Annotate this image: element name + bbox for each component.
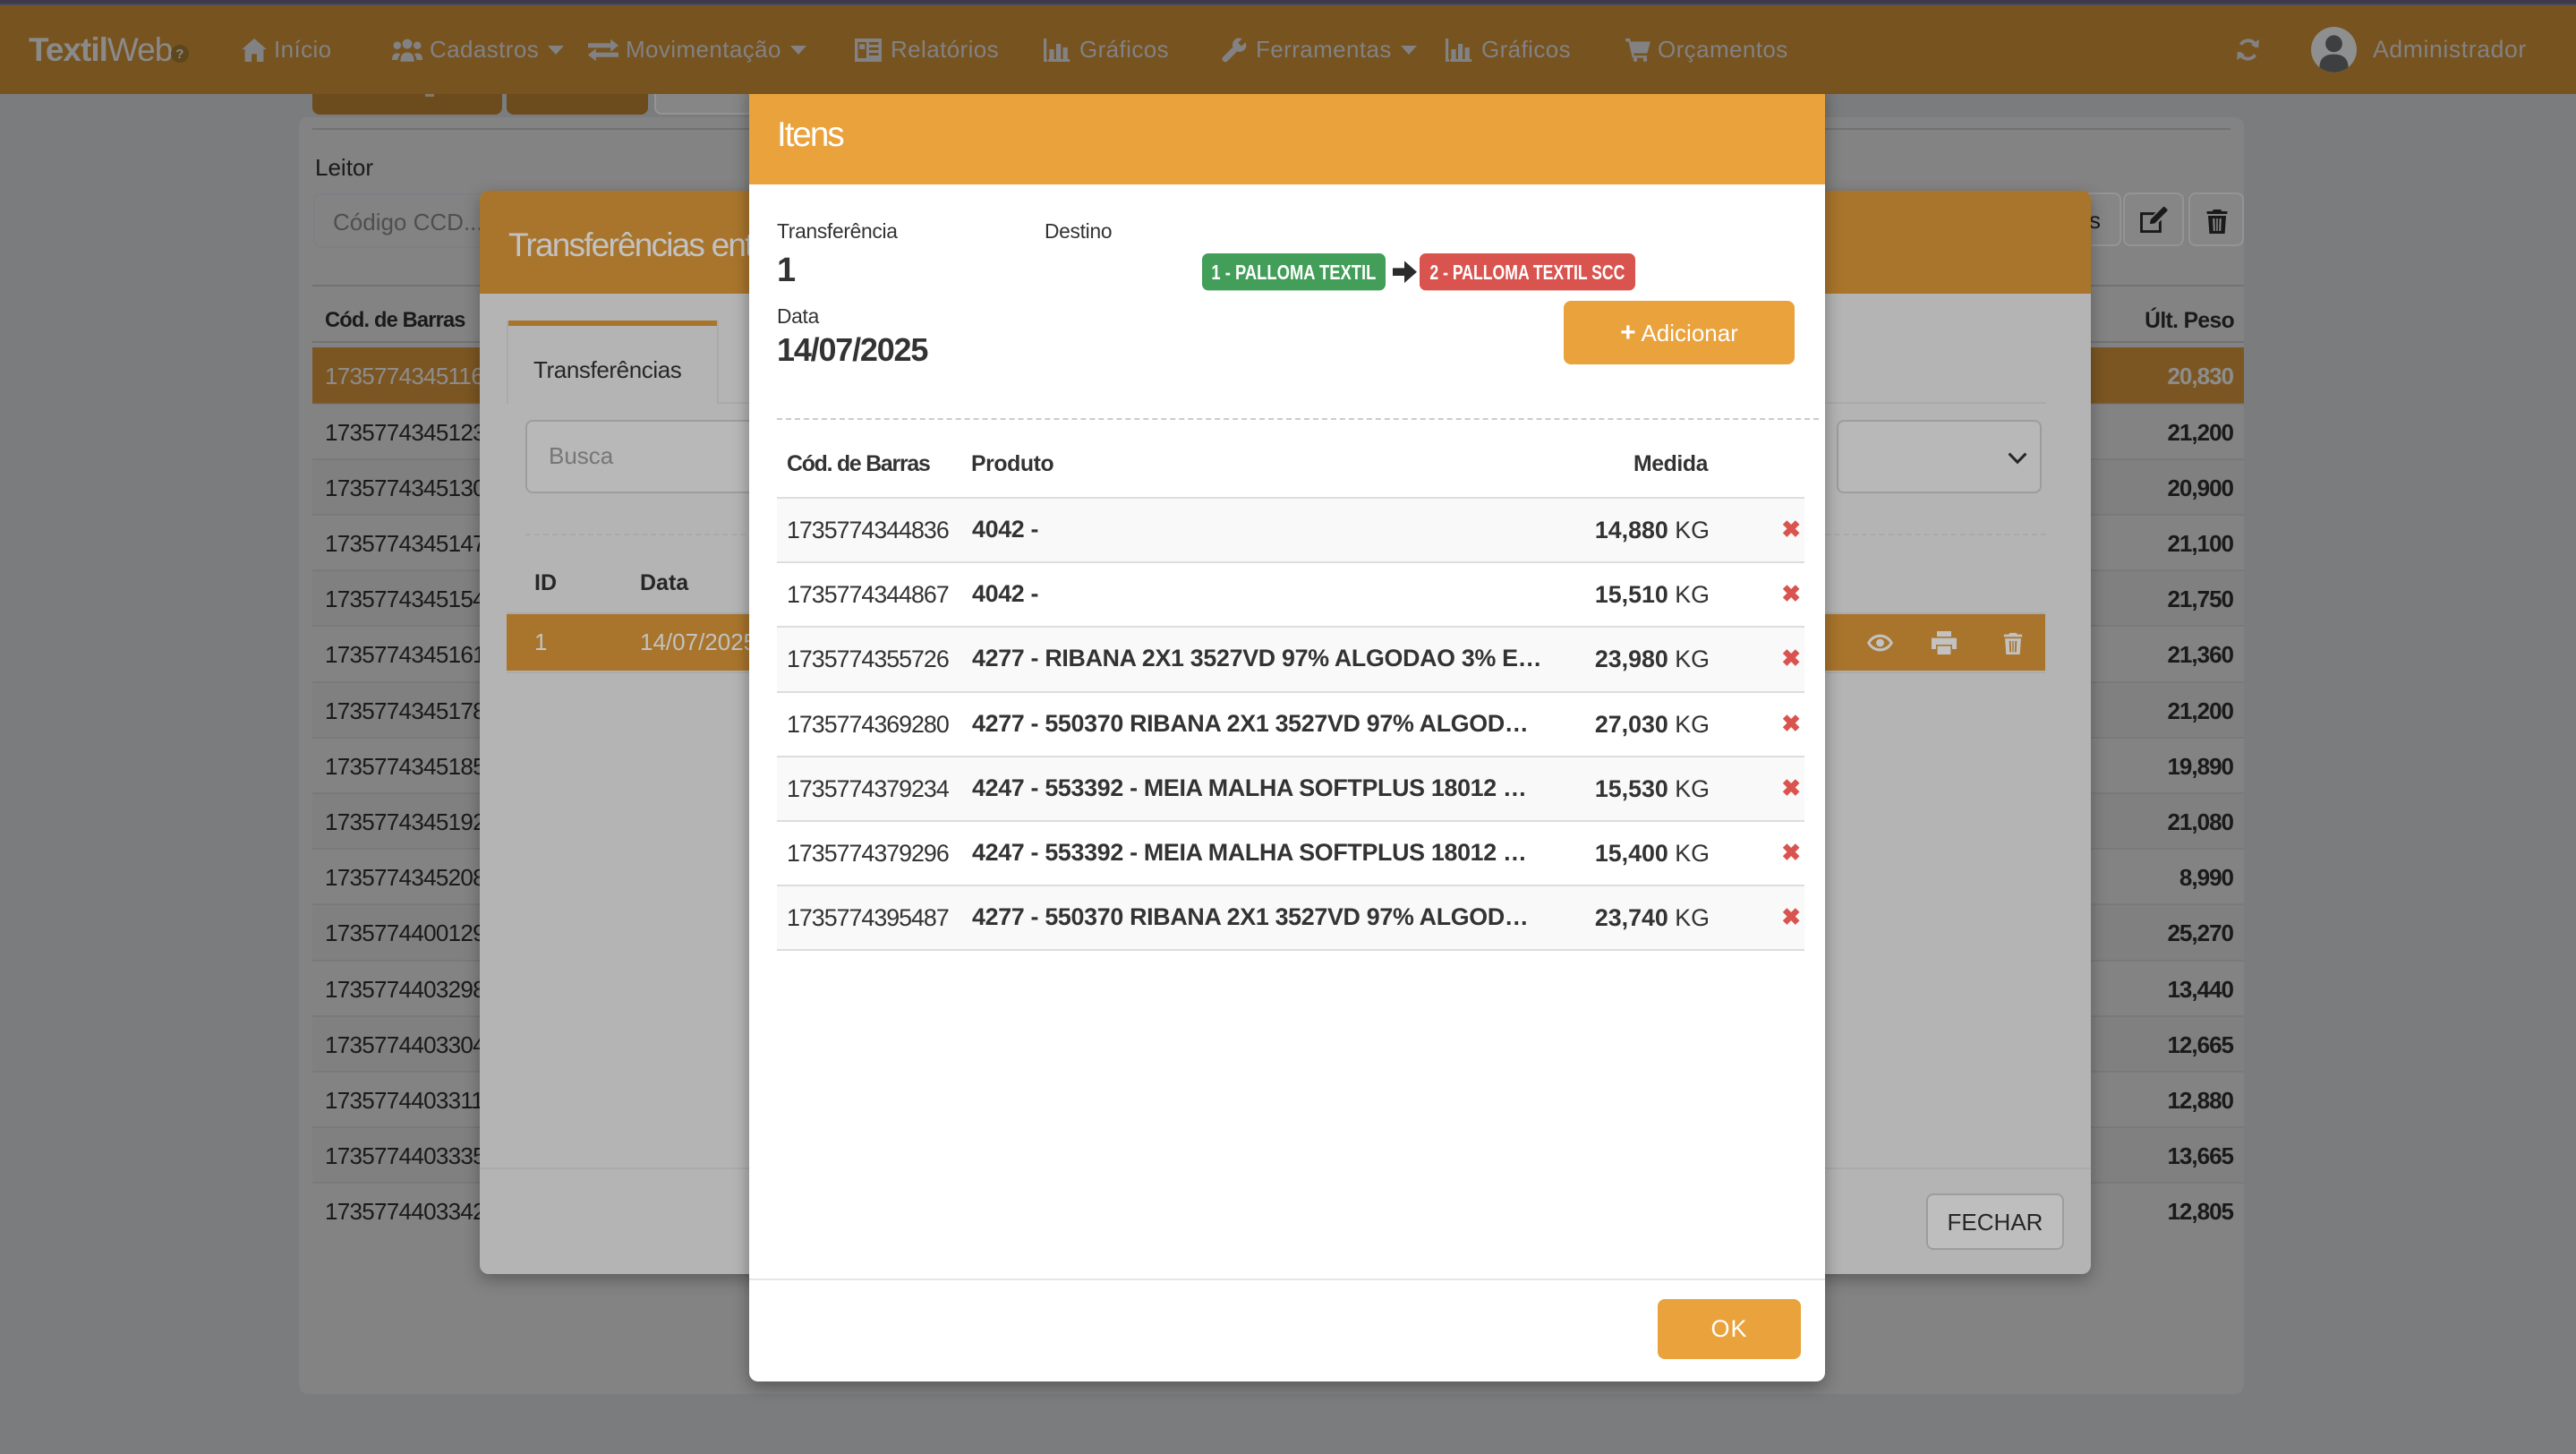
svg-text:1 - PALLOMA TEXTIL: 1 - PALLOMA TEXTIL [1211, 261, 1376, 284]
svg-text:2 - PALLOMA TEXTIL SCC: 2 - PALLOMA TEXTIL SCC [1429, 261, 1625, 284]
